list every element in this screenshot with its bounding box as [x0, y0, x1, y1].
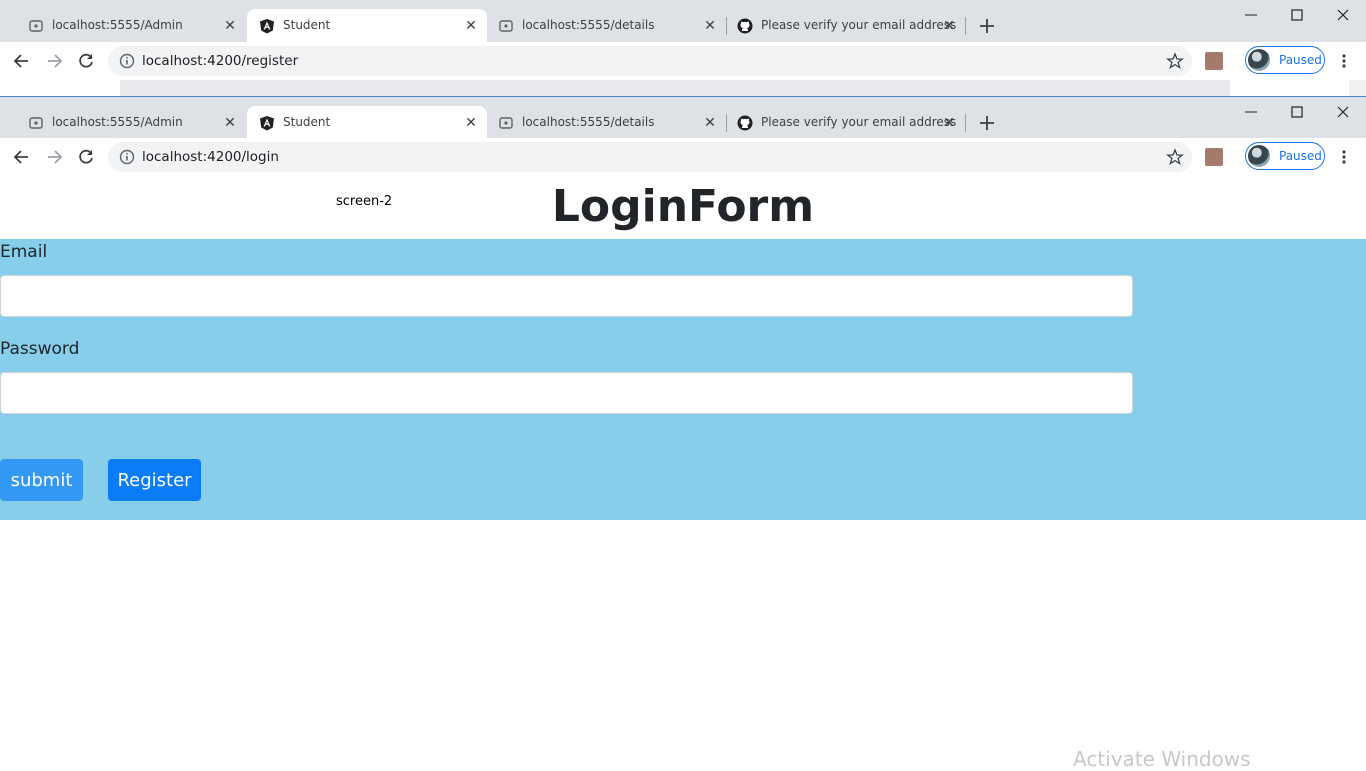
- close-tab-icon[interactable]: ✕: [463, 114, 479, 130]
- ionic-icon: [499, 117, 513, 129]
- profile-button[interactable]: Paused: [1245, 46, 1325, 74]
- back-window-content: [0, 80, 1366, 96]
- tab-title: Student: [283, 115, 331, 129]
- url-text: localhost:4200/register: [142, 53, 299, 69]
- close-tab-icon[interactable]: ✕: [222, 114, 238, 130]
- tab-strip: localhost:5555/Admin ✕ Student ✕ localho…: [0, 97, 1366, 139]
- tab-title: localhost:5555/Admin: [52, 18, 183, 32]
- pdf-extension-icon[interactable]: [1205, 148, 1223, 166]
- url-text: localhost:4200/login: [142, 149, 279, 165]
- profile-status: Paused: [1279, 149, 1322, 163]
- browser-window-back: localhost:5555/Admin ✕ Student ✕ localho…: [0, 0, 1366, 97]
- scrollbar[interactable]: [1349, 80, 1366, 96]
- register-button[interactable]: Register: [108, 459, 201, 501]
- tab-github[interactable]: Please verify your email address ✕: [727, 9, 966, 42]
- more-menu-icon[interactable]: [1336, 52, 1352, 70]
- profile-button[interactable]: Paused: [1245, 142, 1325, 170]
- minimize-icon[interactable]: [1228, 101, 1274, 129]
- browser-toolbar: localhost:4200/login Paused: [0, 138, 1366, 176]
- content-strip: [120, 80, 1230, 96]
- tab-admin[interactable]: localhost:5555/Admin ✕: [8, 9, 246, 42]
- submit-button[interactable]: submit: [0, 459, 83, 501]
- new-tab-icon[interactable]: [977, 16, 997, 36]
- page-title: LoginForm: [551, 181, 815, 232]
- angular-icon: [260, 116, 274, 131]
- more-menu-icon[interactable]: [1336, 148, 1352, 166]
- close-tab-icon[interactable]: ✕: [702, 17, 718, 33]
- email-label: Email: [0, 242, 48, 262]
- address-bar[interactable]: localhost:4200/login: [108, 142, 1192, 172]
- github-icon: [737, 115, 753, 131]
- close-tab-icon[interactable]: ✕: [941, 17, 957, 33]
- profile-status: Paused: [1279, 53, 1322, 67]
- tab-title: Student: [283, 18, 331, 32]
- reload-icon[interactable]: [76, 51, 96, 71]
- avatar: [1248, 49, 1270, 71]
- bookmark-star-icon[interactable]: [1166, 52, 1184, 70]
- avatar: [1248, 145, 1270, 167]
- browser-toolbar: localhost:4200/register Paused: [0, 42, 1366, 80]
- ionic-icon: [29, 117, 43, 129]
- tab-student[interactable]: Student ✕: [247, 106, 487, 139]
- info-icon[interactable]: [119, 149, 135, 165]
- close-window-icon[interactable]: [1320, 4, 1366, 32]
- tab-strip: localhost:5555/Admin ✕ Student ✕ localho…: [0, 0, 1366, 42]
- ionic-icon: [499, 20, 513, 32]
- tab-github[interactable]: Please verify your email address ✕: [727, 106, 966, 139]
- info-icon[interactable]: [119, 53, 135, 69]
- tab-separator: [965, 17, 966, 35]
- tab-title: Please verify your email address: [761, 115, 957, 129]
- login-page: screen-2 LoginForm Email Password submit…: [0, 176, 1366, 768]
- back-arrow-icon[interactable]: [12, 51, 32, 71]
- password-field[interactable]: [0, 372, 1133, 414]
- maximize-icon[interactable]: [1274, 4, 1320, 32]
- ionic-icon: [29, 20, 43, 32]
- tab-title: localhost:5555/Admin: [52, 115, 183, 129]
- close-tab-icon[interactable]: ✕: [702, 114, 718, 130]
- tab-title: Please verify your email address: [761, 18, 957, 32]
- tab-student[interactable]: Student ✕: [247, 9, 487, 42]
- bookmark-star-icon[interactable]: [1166, 148, 1184, 166]
- tab-details[interactable]: localhost:5555/details ✕: [488, 9, 727, 42]
- reload-icon[interactable]: [76, 147, 96, 167]
- forward-arrow-icon[interactable]: [44, 147, 64, 167]
- maximize-icon[interactable]: [1274, 101, 1320, 129]
- activate-windows-watermark: Activate Windows: [1073, 747, 1251, 771]
- login-form: Email Password submit Register: [0, 239, 1366, 520]
- angular-icon: [260, 19, 274, 34]
- tab-separator: [965, 114, 966, 132]
- close-tab-icon[interactable]: ✕: [941, 114, 957, 130]
- tab-title: localhost:5555/details: [522, 115, 655, 129]
- forward-arrow-icon[interactable]: [44, 51, 64, 71]
- close-tab-icon[interactable]: ✕: [463, 17, 479, 33]
- address-bar[interactable]: localhost:4200/register: [108, 46, 1192, 76]
- close-tab-icon[interactable]: ✕: [222, 17, 238, 33]
- minimize-icon[interactable]: [1228, 4, 1274, 32]
- tab-admin[interactable]: localhost:5555/Admin ✕: [8, 106, 246, 139]
- new-tab-icon[interactable]: [977, 113, 997, 133]
- pdf-extension-icon[interactable]: [1205, 52, 1223, 70]
- close-window-icon[interactable]: [1320, 101, 1366, 129]
- email-field[interactable]: [0, 275, 1133, 317]
- tab-details[interactable]: localhost:5555/details ✕: [488, 106, 727, 139]
- back-arrow-icon[interactable]: [12, 147, 32, 167]
- github-icon: [737, 18, 753, 34]
- tab-title: localhost:5555/details: [522, 18, 655, 32]
- password-label: Password: [0, 339, 80, 359]
